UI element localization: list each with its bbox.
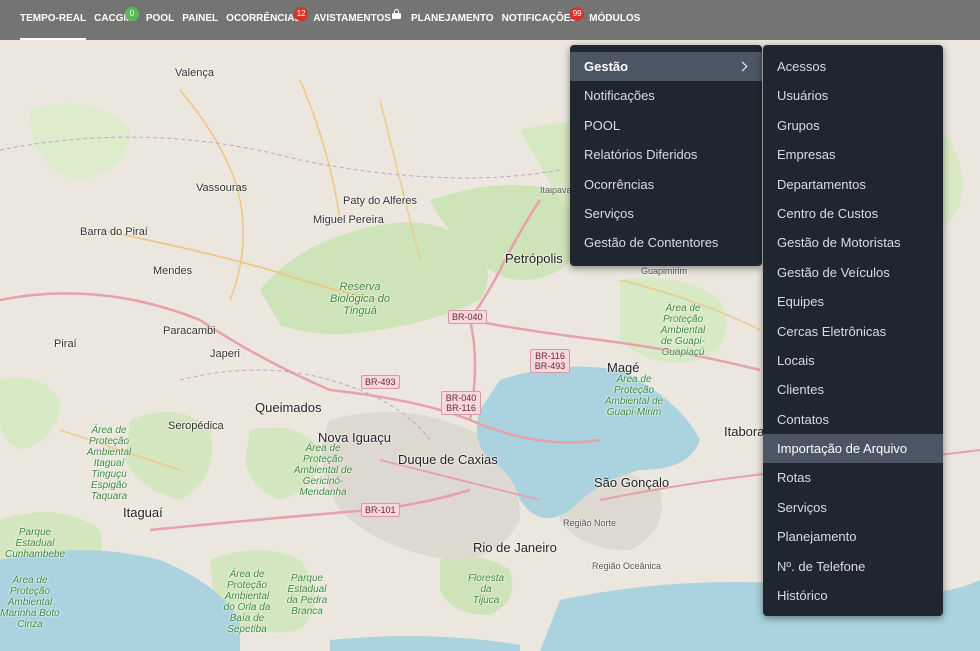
map-area-label: Floresta da Tijuca <box>467 573 505 606</box>
map-area-label: Parque Estadual Cunhambebe <box>4 527 66 560</box>
road-shield: BR-040 <box>448 310 487 324</box>
nav-pool[interactable]: POOL <box>146 0 174 40</box>
menu-item-gestao-de-contentores[interactable]: Gestão de Contentores <box>570 228 762 257</box>
map-place-label: Seropédica <box>168 420 224 432</box>
map-place-label: São Gonçalo <box>594 475 670 490</box>
nav-label: TEMPO-REAL <box>20 13 87 24</box>
nav-label: OCORRÊNCIAS <box>226 13 302 24</box>
submenu-item-clientes[interactable]: Clientes <box>763 375 943 404</box>
map-area-label: Área de Proteção Ambiental de Guapi-Miri… <box>604 374 664 418</box>
chevron-right-icon <box>737 61 748 72</box>
map-place-label: Queimados <box>255 400 322 415</box>
nav-avistamentos[interactable]: AVISTAMENTOS <box>313 0 401 40</box>
menu-item-notificacoes[interactable]: Notificações <box>570 81 762 110</box>
gestao-submenu: Acessos Usuários Grupos Empresas Departa… <box>763 45 943 616</box>
submenu-item-centro-de-custos[interactable]: Centro de Custos <box>763 199 943 228</box>
nav-label: PAINEL <box>182 13 219 24</box>
menu-item-servicos[interactable]: Serviços <box>570 199 762 228</box>
submenu-item-locais[interactable]: Locais <box>763 346 943 375</box>
map-area-label: Parque Estadual da Pedra Branca <box>286 573 328 617</box>
map-place-label: Petrópolis <box>505 251 563 266</box>
nav-modulos[interactable]: MÓDULOS <box>589 0 640 40</box>
map-place-label: Paty do Alferes <box>343 195 417 207</box>
map-place-label: Guapimirim <box>641 266 688 276</box>
submenu-item-usuarios[interactable]: Usuários <box>763 81 943 110</box>
nav-label: POOL <box>145 13 175 24</box>
nav-notificacoes[interactable]: NOTIFICAÇÕES 99 <box>501 0 585 40</box>
submenu-item-historico[interactable]: Histórico <box>763 581 943 610</box>
nav-label: AVISTAMENTOS <box>313 13 391 24</box>
map-area-label: Área de Proteção Ambiental Itaguaí Tingu… <box>86 425 132 502</box>
submenu-item-grupos[interactable]: Grupos <box>763 111 943 140</box>
submenu-item-contatos[interactable]: Contatos <box>763 405 943 434</box>
submenu-item-servicos[interactable]: Serviços <box>763 493 943 522</box>
map-area-label: Área de Proteção Ambiental Marinha Boto … <box>0 575 60 630</box>
nav-planejamento[interactable]: PLANEJAMENTO <box>411 0 494 40</box>
submenu-item-numero-de-telefone[interactable]: Nº. de Telefone <box>763 552 943 581</box>
map-place-label: Itaboraí <box>724 424 769 439</box>
submenu-item-departamentos[interactable]: Departamentos <box>763 170 943 199</box>
nav-painel[interactable]: PAINEL <box>182 0 218 40</box>
map-place-label: Barra do Piraí <box>80 226 148 238</box>
menu-item-gestao[interactable]: Gestão <box>570 52 762 82</box>
submenu-item-importacao-de-arquivo[interactable]: Importação de Arquivo <box>763 434 943 464</box>
road-shield: BR-493 <box>361 375 400 389</box>
map-place-label: Magé <box>607 360 640 375</box>
road-shield: BR-116 BR-493 <box>530 349 570 373</box>
nav-label: PLANEJAMENTO <box>410 13 494 24</box>
map-area-label: Reserva Biológica do Tinguá <box>330 281 390 317</box>
map-place-label: Mendes <box>153 265 193 277</box>
map-area-label: Área de Proteção Ambiental do Orla da Ba… <box>223 569 271 635</box>
map-place-label: Itaipava <box>540 185 572 195</box>
submenu-item-gestao-de-veiculos[interactable]: Gestão de Veículos <box>763 258 943 287</box>
lock-icon <box>391 9 401 19</box>
count-badge: 99 <box>570 7 585 21</box>
modulos-dropdown-menu: Gestão Notificações POOL Relatórios Dife… <box>570 45 762 266</box>
submenu-item-equipes[interactable]: Equipes <box>763 287 943 316</box>
top-nav-bar: TEMPO-REAL CACGM 0 POOL PAINEL OCORRÊNCIA… <box>0 0 980 40</box>
submenu-item-acessos[interactable]: Acessos <box>763 52 943 81</box>
submenu-item-planejamento[interactable]: Planejamento <box>763 522 943 551</box>
map-place-label: Região Norte <box>563 518 617 528</box>
map-place-label: Valença <box>175 67 214 79</box>
nav-label: MÓDULOS <box>589 13 641 24</box>
menu-item-relatorios-diferidos[interactable]: Relatórios Diferidos <box>570 140 762 169</box>
map-area-label: Área de Proteção Ambiental de Guapi-Guap… <box>660 303 706 358</box>
map-place-label: Piraí <box>54 338 77 350</box>
road-shield: BR-101 <box>361 503 400 517</box>
road-shield: BR-040 BR-116 <box>441 391 481 415</box>
map-place-label: Rio de Janeiro <box>473 540 557 555</box>
map-place-label: Japeri <box>210 348 240 360</box>
map-place-label: Vassouras <box>196 182 248 194</box>
submenu-item-empresas[interactable]: Empresas <box>763 140 943 169</box>
nav-cacgm[interactable]: CACGM 0 <box>94 0 139 40</box>
nav-tempo-real[interactable]: TEMPO-REAL <box>20 0 87 40</box>
menu-item-pool[interactable]: POOL <box>570 111 762 140</box>
map-place-label: Paracambi <box>163 325 216 337</box>
submenu-item-gestao-de-motoristas[interactable]: Gestão de Motoristas <box>763 228 943 257</box>
count-badge: 0 <box>124 7 139 21</box>
nav-label: NOTIFICAÇÕES <box>501 13 578 24</box>
map-place-label: Itaguaí <box>123 505 163 520</box>
map-place-label: Miguel Pereira <box>313 214 384 226</box>
menu-item-ocorrencias[interactable]: Ocorrências <box>570 170 762 199</box>
map-place-label: Duque de Caxias <box>398 452 498 467</box>
nav-ocorrencias[interactable]: OCORRÊNCIAS 12 <box>226 0 309 40</box>
menu-item-label: Gestão <box>584 59 629 74</box>
submenu-item-rotas[interactable]: Rotas <box>763 463 943 492</box>
count-badge: 12 <box>294 7 309 21</box>
map-place-label: Região Oceânica <box>592 561 662 571</box>
map-area-label: Área de Proteção Ambiental de Gericinó-M… <box>293 443 353 498</box>
submenu-item-cercas-eletronicas[interactable]: Cercas Eletrônicas <box>763 317 943 346</box>
